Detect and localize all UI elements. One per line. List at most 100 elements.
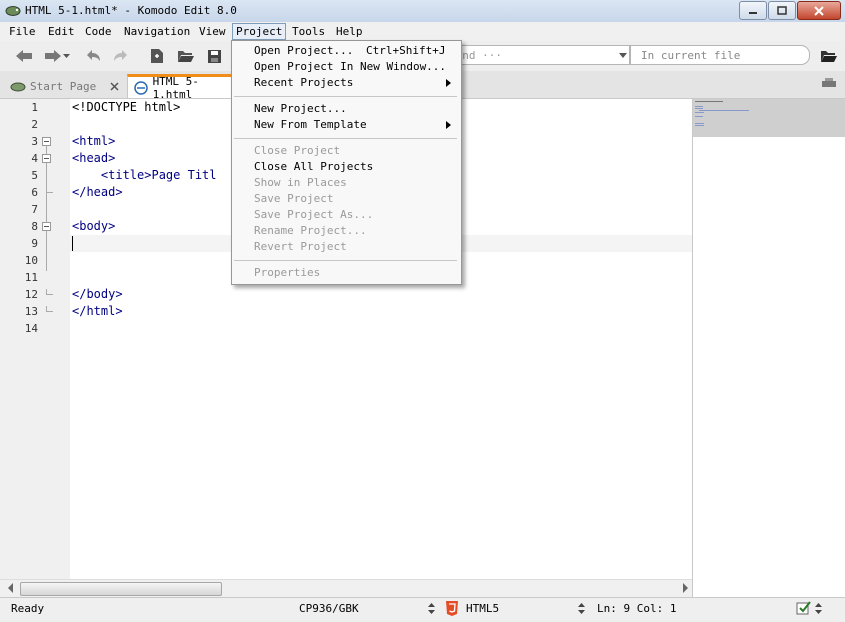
line-number: 2: [31, 118, 38, 131]
menu-project[interactable]: Project: [232, 23, 287, 40]
tab-html-file[interactable]: HTML 5-1.html: [127, 74, 237, 101]
open-file-button[interactable]: [175, 46, 197, 66]
html5-icon: [446, 601, 458, 616]
open-folder-button[interactable]: [818, 46, 840, 66]
minimize-icon: [749, 11, 757, 14]
horizontal-scrollbar[interactable]: [0, 579, 692, 597]
fold-toggle-head[interactable]: [42, 154, 51, 163]
code-line: <html>: [72, 134, 116, 148]
chevron-updown-icon: [578, 603, 585, 614]
check-edit-icon[interactable]: [796, 601, 812, 615]
menu-help[interactable]: Help: [333, 24, 366, 39]
menu-properties: Properties: [254, 266, 321, 279]
menu-separator: [234, 260, 457, 261]
fold-line: [46, 146, 47, 154]
title-bar: HTML 5-1.html* - Komodo Edit 8.0: [0, 0, 845, 23]
menu-bar: File Edit Code Navigation View Project T…: [0, 22, 845, 41]
code-line: <body>: [72, 219, 116, 233]
fold-toggle-html[interactable]: [42, 137, 51, 146]
undo-button[interactable]: [82, 46, 104, 66]
menu-code[interactable]: Code: [82, 24, 115, 39]
open-project-shortcut: Ctrl+Shift+J: [366, 44, 446, 57]
language-selector[interactable]: HTML5: [466, 602, 499, 616]
scroll-right-arrow-icon[interactable]: [681, 583, 689, 593]
line-number: 14: [24, 322, 38, 335]
fold-end-marker: [46, 187, 53, 193]
close-icon: [814, 5, 824, 16]
menu-save-project: Save Project: [254, 192, 334, 205]
menu-separator: [234, 96, 457, 97]
undo-icon: [87, 50, 100, 61]
new-file-button[interactable]: [146, 46, 168, 66]
cursor-position: Ln: 9 Col: 1: [597, 602, 677, 615]
back-button[interactable]: [13, 46, 35, 66]
encoding-selector[interactable]: CP936/GBK: [299, 602, 359, 616]
komodo-tab-icon: [10, 82, 26, 91]
line-number: 3: [31, 135, 38, 148]
close-window-button[interactable]: [797, 1, 841, 20]
line-number: 11: [24, 271, 38, 284]
line-number: 12: [24, 288, 38, 301]
line-number: 6: [31, 186, 38, 199]
line-number-gutter: 1 2 3 4 5 6 7 8 9 10 11 12 13 14: [0, 99, 70, 579]
tab-label: HTML 5-1.html: [152, 74, 199, 101]
scrollbar-thumb[interactable]: [20, 582, 222, 596]
line-number: 7: [31, 203, 38, 216]
browser-file-icon: [134, 80, 148, 95]
line-number: 1: [31, 101, 38, 114]
maximize-button[interactable]: [768, 1, 796, 20]
menu-view[interactable]: View: [196, 24, 229, 39]
code-line: <head>: [72, 151, 116, 165]
fold-toggle-body[interactable]: [42, 222, 51, 231]
find-input[interactable]: Find ···: [440, 45, 630, 65]
menu-file[interactable]: File: [6, 24, 39, 39]
save-button[interactable]: [203, 46, 225, 66]
chevron-updown-icon: [815, 603, 822, 614]
window-title: HTML 5-1.html* - Komodo Edit 8.0: [25, 4, 237, 17]
code-line: <title>Page Titl: [72, 168, 217, 182]
code-line: </head>: [72, 185, 123, 199]
menu-new-project[interactable]: New Project...: [254, 101, 347, 117]
forward-history-dropdown[interactable]: [60, 46, 72, 66]
minimize-button[interactable]: [739, 1, 767, 20]
minimap[interactable]: [692, 99, 845, 599]
fold-end-marker: [46, 306, 53, 312]
scroll-left-arrow-icon[interactable]: [7, 583, 15, 593]
pane-options-button[interactable]: [818, 73, 840, 93]
find-scope-label: In current file: [641, 49, 741, 62]
menu-recent-projects[interactable]: Recent Projects: [254, 75, 353, 91]
status-text: Ready: [11, 602, 45, 615]
redo-icon: [114, 50, 127, 61]
close-icon[interactable]: [110, 81, 119, 91]
menu-open-project-new-window[interactable]: Open Project In New Window...: [254, 59, 446, 75]
minimap-code-preview: [695, 101, 749, 126]
line-number: 4: [31, 152, 38, 165]
find-scope-select[interactable]: In current file: [619, 45, 810, 65]
line-number: 8: [31, 220, 38, 233]
tab-start-page[interactable]: Start Page: [4, 74, 122, 98]
menu-new-from-template[interactable]: New From Template: [254, 117, 367, 133]
menu-tools[interactable]: Tools: [289, 24, 328, 39]
menu-show-in-places: Show in Places: [254, 176, 347, 189]
line-number: 10: [24, 254, 38, 267]
save-disk-icon: [207, 49, 221, 63]
line-number: 5: [31, 169, 38, 182]
menu-open-project[interactable]: Open Project...: [254, 43, 353, 59]
menu-navigation[interactable]: Navigation: [121, 24, 193, 39]
folder-open-icon: [178, 51, 194, 62]
menu-close-all-projects[interactable]: Close All Projects: [254, 159, 373, 175]
fold-end-marker: [46, 289, 53, 295]
menu-close-project: Close Project: [254, 144, 341, 157]
line-number: 9: [31, 237, 38, 250]
redo-button[interactable]: [110, 46, 132, 66]
menu-save-project-as: Save Project As...: [254, 208, 374, 221]
printer-icon: [822, 78, 836, 87]
menu-edit[interactable]: Edit: [45, 24, 78, 39]
maximize-icon: [777, 6, 787, 15]
chevron-down-icon: [619, 53, 627, 58]
code-line: </html>: [72, 304, 123, 318]
folder-open-icon: [821, 51, 837, 62]
line-number: 13: [24, 305, 38, 318]
chevron-down-icon: [62, 53, 70, 58]
tab-label: Start Page: [30, 79, 97, 93]
